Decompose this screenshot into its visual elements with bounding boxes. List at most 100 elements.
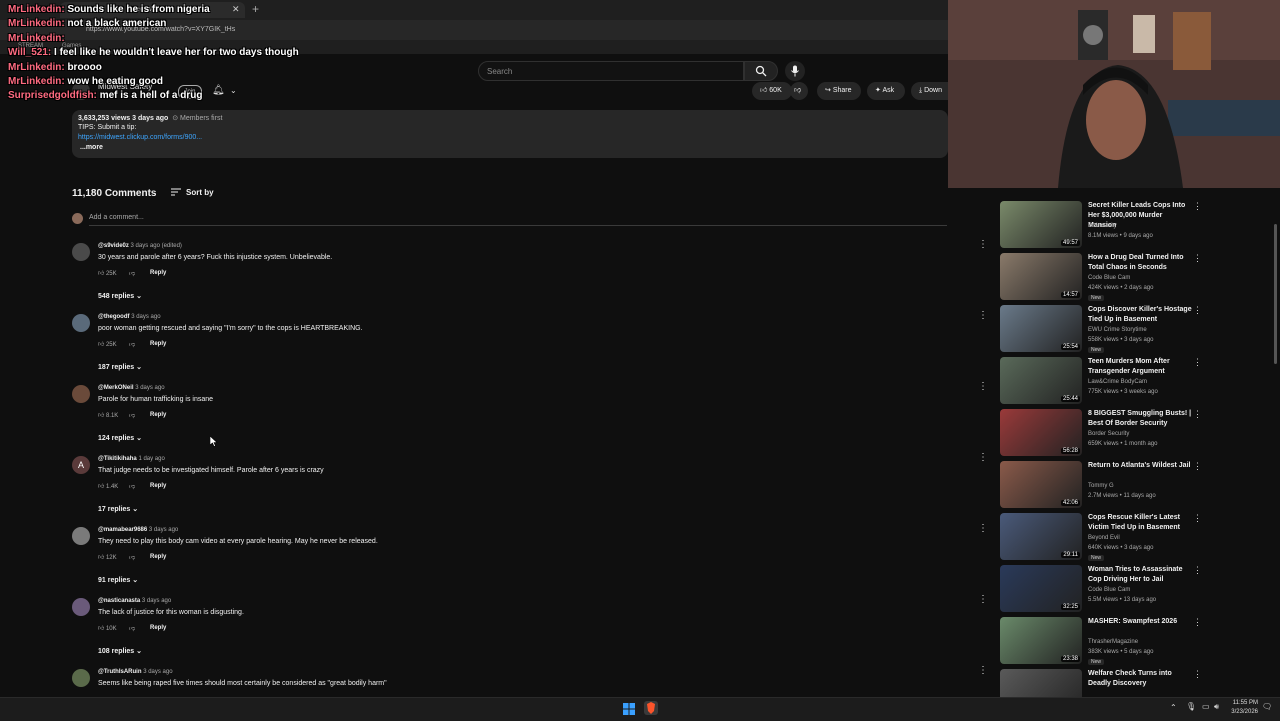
video-thumbnail[interactable]: 42:06	[1000, 461, 1082, 508]
video-channel[interactable]: Code Blue Cam	[1088, 587, 1130, 593]
video-thumbnail[interactable]: 29:11	[1000, 513, 1082, 560]
video-thumbnail[interactable]: 23:38	[1000, 617, 1082, 664]
avatar[interactable]	[72, 669, 90, 687]
comment-menu-icon[interactable]: ⋮	[978, 239, 988, 250]
voice-search-button[interactable]	[785, 61, 805, 81]
author-handle[interactable]: @TruthIsARuin	[98, 669, 142, 675]
replies-toggle[interactable]: 91 replies ⌄	[98, 576, 138, 584]
thumbs-down-icon[interactable]: 👎︎	[129, 553, 135, 561]
video-menu-icon[interactable]: ⋮	[1193, 357, 1202, 368]
reply-button[interactable]: Reply	[150, 270, 166, 276]
video-title[interactable]: Teen Murders Mom After Transgender Argum…	[1088, 357, 1192, 377]
comment-author[interactable]: @nasticanasta 3 days ago	[98, 598, 171, 604]
show-more-button[interactable]: ...more	[80, 144, 103, 151]
comment-author[interactable]: @s9vide0z 3 days ago (edited)	[98, 243, 182, 249]
thumbs-down-icon[interactable]: 👎︎	[129, 269, 135, 277]
comment-author[interactable]: @thegoodf 3 days ago	[98, 314, 161, 320]
video-thumbnail[interactable]: 56:28	[1000, 409, 1082, 456]
thumbs-down-icon[interactable]: 👎︎	[129, 624, 135, 632]
author-handle[interactable]: @MerkONeil	[98, 385, 134, 391]
replies-toggle[interactable]: 124 replies ⌄	[98, 434, 142, 442]
reply-button[interactable]: Reply	[150, 412, 166, 418]
close-tab-icon[interactable]: ✕	[232, 4, 240, 15]
video-menu-icon[interactable]: ⋮	[1193, 513, 1202, 524]
author-handle[interactable]: @mamabear9686	[98, 527, 147, 533]
scrollbar[interactable]	[1273, 188, 1278, 697]
video-channel[interactable]: Border Security	[1088, 431, 1129, 437]
like-comment-button[interactable]: 👍︎ 8.1K	[98, 411, 118, 419]
chevron-up-icon[interactable]: ⌃	[1170, 703, 1177, 712]
avatar[interactable]	[72, 385, 90, 403]
replies-toggle[interactable]: 187 replies ⌄	[98, 363, 142, 371]
bell-icon[interactable]: 🔔︎	[212, 85, 225, 96]
video-thumbnail[interactable]: 14:57	[1000, 253, 1082, 300]
network-icon[interactable]: ▭	[1202, 702, 1210, 711]
video-channel[interactable]: Law&Crime BodyCam	[1088, 379, 1147, 385]
video-title[interactable]: Return to Atlanta's Wildest Jail	[1088, 461, 1192, 471]
description-link[interactable]: https://midwest.clickup.com/forms/900...	[78, 134, 202, 141]
comment-author[interactable]: @mamabear9686 3 days ago	[98, 527, 178, 533]
video-channel[interactable]: Dr Insanity	[1088, 223, 1117, 229]
thumbs-down-icon[interactable]: 👎︎	[129, 340, 135, 348]
video-title[interactable]: How a Drug Deal Turned Into Total Chaos …	[1088, 253, 1192, 273]
share-button[interactable]: ↪ Share	[817, 82, 861, 100]
like-comment-button[interactable]: 👍︎ 25K	[98, 340, 117, 348]
scrollbar-thumb[interactable]	[1274, 224, 1277, 364]
video-title[interactable]: 8 BIGGEST Smuggling Busts! | Best Of Bor…	[1088, 409, 1192, 429]
avatar[interactable]	[72, 598, 90, 616]
volume-icon[interactable]: 🔊︎	[1214, 702, 1219, 712]
ask-button[interactable]: ✦ Ask	[867, 82, 905, 100]
video-menu-icon[interactable]: ⋮	[1193, 305, 1202, 316]
video-channel[interactable]: ThrasherMagazine	[1088, 639, 1138, 645]
comment-menu-icon[interactable]: ⋮	[978, 523, 988, 534]
reply-button[interactable]: Reply	[150, 483, 166, 489]
video-menu-icon[interactable]: ⋮	[1193, 201, 1202, 212]
thumbs-down-icon[interactable]: 👎︎	[129, 411, 135, 419]
video-menu-icon[interactable]: ⋮	[1193, 565, 1202, 576]
reply-button[interactable]: Reply	[150, 554, 166, 560]
video-title[interactable]: Cops Discover Killer's Hostage Tied Up i…	[1088, 305, 1192, 325]
reply-button[interactable]: Reply	[150, 341, 166, 347]
comment-menu-icon[interactable]: ⋮	[978, 381, 988, 392]
download-button[interactable]: ⤓ Down	[911, 82, 948, 100]
author-handle[interactable]: @nasticanasta	[98, 598, 140, 604]
windows-start-icon[interactable]	[623, 702, 635, 715]
like-comment-button[interactable]: 👍︎ 12K	[98, 553, 117, 561]
avatar[interactable]	[72, 243, 90, 261]
reply-button[interactable]: Reply	[150, 625, 166, 631]
replies-toggle[interactable]: 548 replies ⌄	[98, 292, 142, 300]
video-menu-icon[interactable]: ⋮	[1193, 669, 1202, 680]
author-handle[interactable]: @s9vide0z	[98, 243, 129, 249]
add-comment-input[interactable]: Add a comment...	[89, 214, 144, 221]
new-tab-icon[interactable]: +	[252, 2, 259, 16]
video-thumbnail[interactable]: 32:25	[1000, 565, 1082, 612]
mic-tray-icon[interactable]: 🎙︎	[1186, 702, 1196, 711]
like-button[interactable]: 👍︎ 60K	[752, 82, 792, 100]
replies-toggle[interactable]: 17 replies ⌄	[98, 505, 138, 513]
video-title[interactable]: MASHER: Swampfest 2026	[1088, 617, 1192, 627]
replies-toggle[interactable]: 108 replies ⌄	[98, 647, 142, 655]
like-comment-button[interactable]: 👍︎ 1.4K	[98, 482, 118, 490]
video-menu-icon[interactable]: ⋮	[1193, 461, 1202, 472]
like-comment-button[interactable]: 👍︎ 10K	[98, 624, 117, 632]
video-title[interactable]: Woman Tries to Assassinate Cop Driving H…	[1088, 565, 1192, 585]
video-channel[interactable]: EWU Crime Storytime	[1088, 327, 1147, 333]
notification-icon[interactable]: 🗨︎	[1262, 702, 1272, 711]
avatar[interactable]	[72, 314, 90, 332]
sort-icon[interactable]	[171, 187, 181, 197]
comment-menu-icon[interactable]: ⋮	[978, 452, 988, 463]
author-handle[interactable]: @thegoodf	[98, 314, 130, 320]
chevron-down-icon[interactable]: ⌄	[230, 86, 237, 95]
video-thumbnail[interactable]: 49:57	[1000, 201, 1082, 248]
video-channel[interactable]: Beyond Evil	[1088, 535, 1120, 541]
brave-browser-icon[interactable]	[644, 701, 658, 715]
search-input[interactable]: Search	[478, 61, 744, 81]
video-title[interactable]: Welfare Check Turns into Deadly Discover…	[1088, 669, 1192, 689]
comment-author[interactable]: @TruthIsARuin 3 days ago	[98, 669, 173, 675]
comment-menu-icon[interactable]: ⋮	[978, 594, 988, 605]
thumbs-down-icon[interactable]: 👎︎	[129, 482, 135, 490]
comment-menu-icon[interactable]: ⋮	[978, 310, 988, 321]
author-handle[interactable]: @Tikitikihaha	[98, 456, 137, 462]
clock-date[interactable]: 3/23/2026	[1226, 709, 1258, 715]
avatar[interactable]: A	[72, 456, 90, 474]
